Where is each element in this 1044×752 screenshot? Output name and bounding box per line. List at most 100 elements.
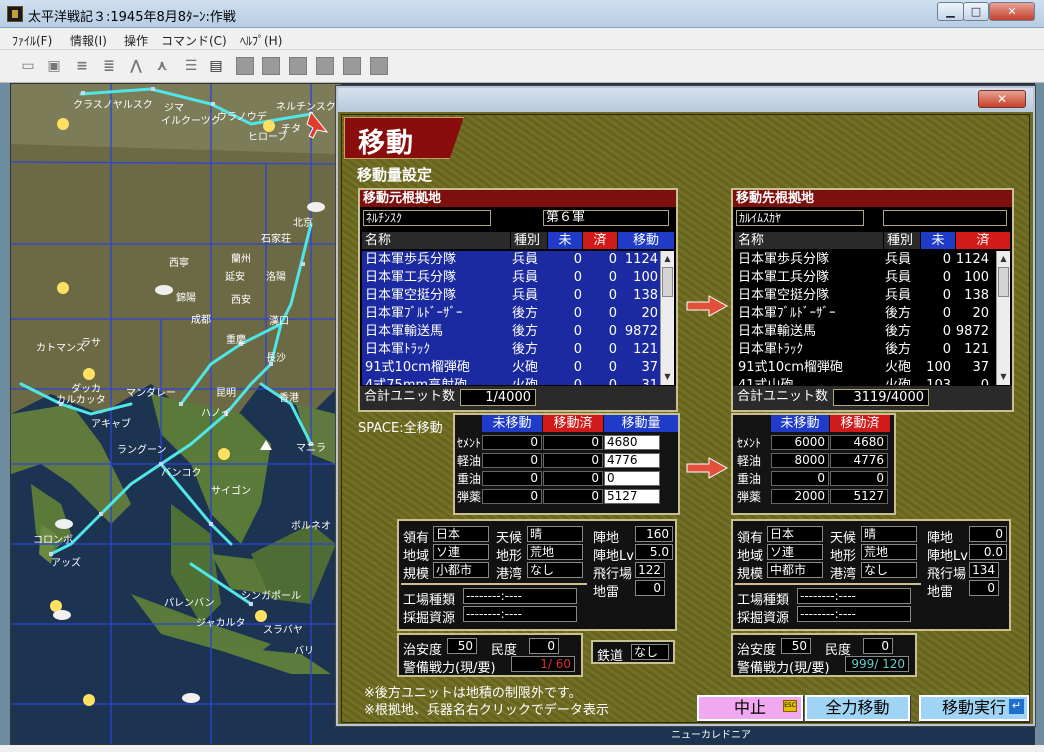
map-label-addu[interactable]: アッズ bbox=[51, 554, 81, 569]
tool-icon-11[interactable] bbox=[289, 57, 307, 75]
source-scrollbar[interactable]: ▲ ▼ bbox=[660, 251, 674, 385]
map-label-changsha[interactable]: 長沙 bbox=[266, 349, 286, 364]
map-label-xian[interactable]: 西安 bbox=[231, 291, 251, 306]
source-base-name[interactable]: ﾈﾙﾁﾝｽｸ bbox=[363, 210, 491, 226]
map-label-xining[interactable]: 西寧 bbox=[169, 254, 189, 269]
unit-row[interactable]: 4式75mm高射砲火砲0031 bbox=[362, 377, 660, 385]
scroll-thumb[interactable] bbox=[998, 267, 1009, 297]
map-label-manila[interactable]: マニラ bbox=[296, 439, 326, 454]
resource-move-input[interactable]: 4680 bbox=[604, 435, 660, 450]
bars-icon[interactable]: ≡ bbox=[73, 57, 91, 75]
map-label-rangoon[interactable]: ラングーン bbox=[117, 441, 167, 456]
map-label-calcutta[interactable]: カルカッタ bbox=[56, 391, 106, 406]
unit-row[interactable]: 91式10cm榴弾砲 火砲 100 37 bbox=[735, 359, 996, 377]
menu-info[interactable]: 情報(I) bbox=[70, 32, 107, 49]
map-label-akyab[interactable]: アキャブ bbox=[91, 415, 131, 430]
unit-move-amount[interactable]: 100 bbox=[620, 269, 658, 287]
unit-move-amount[interactable]: 31 bbox=[620, 377, 658, 385]
unit-move-amount[interactable]: 1124 bbox=[620, 251, 658, 269]
resource-move-input[interactable]: 4776 bbox=[604, 453, 660, 468]
map-label-jakarta[interactable]: ジャカルタ bbox=[196, 614, 246, 629]
unit-move-amount[interactable]: 121 bbox=[620, 341, 658, 359]
map-label-bali[interactable]: バリ bbox=[294, 642, 314, 657]
map-label-hanoi[interactable]: ハノイ bbox=[201, 404, 231, 419]
unit-row[interactable]: 日本軍ﾄﾗｯｸ 後方 0 121 bbox=[735, 341, 996, 359]
map-label-hankou[interactable]: 漢口 bbox=[269, 312, 289, 327]
map-label-krasnoyarsk[interactable]: クラスノヤルスク bbox=[73, 96, 153, 111]
map-label-saigon[interactable]: サイゴン bbox=[211, 482, 251, 497]
map-label-ulanude[interactable]: ウラノウデ bbox=[217, 108, 267, 123]
map-label-irkutsk[interactable]: イルクーツク bbox=[161, 112, 221, 127]
list-icon[interactable]: ☰ bbox=[182, 57, 200, 75]
scroll-down-icon[interactable]: ▼ bbox=[662, 371, 673, 382]
bars-alt-icon[interactable]: ≣ bbox=[100, 57, 118, 75]
unit-move-amount[interactable]: 37 bbox=[620, 359, 658, 377]
minimize-button[interactable]: ▁ bbox=[937, 2, 964, 21]
map-label-kunming[interactable]: 昆明 bbox=[216, 384, 236, 399]
map-label-palembang[interactable]: パレンバン bbox=[164, 594, 215, 609]
tool-icon-13[interactable] bbox=[343, 57, 361, 75]
source-unit-list[interactable]: 日本軍歩兵分隊 兵員 0 0 1124 日本軍工兵分隊 兵員 0 0 100 日本軍空挺分隊 兵員 0 0… bbox=[362, 251, 660, 385]
map-label-lanzhou[interactable]: 蘭州 bbox=[231, 250, 251, 265]
scroll-thumb[interactable] bbox=[662, 267, 673, 297]
map-label-bangkok[interactable]: バンコク bbox=[161, 464, 202, 479]
map-label-singapore[interactable]: シンガポール bbox=[241, 587, 301, 602]
execute-move-button[interactable]: 移動実行 ↵ bbox=[919, 695, 1029, 721]
open-icon[interactable]: ▭ bbox=[19, 57, 37, 75]
dest-scrollbar[interactable]: ▲ ▼ bbox=[996, 251, 1010, 385]
unit-row[interactable]: 日本軍歩兵分隊 兵員 0 1124 bbox=[735, 251, 996, 269]
dialog-close-button[interactable]: ✕ bbox=[978, 90, 1026, 108]
map-label-hongkong[interactable]: 香港 bbox=[279, 389, 299, 404]
map-label-chongqing[interactable]: 重慶 bbox=[226, 331, 246, 346]
menu-help[interactable]: ﾍﾙﾌﾟ(H) bbox=[240, 32, 282, 49]
map-label-peking[interactable]: 北京 bbox=[293, 214, 313, 229]
map-label-nerchinsk[interactable]: ネルチンスク bbox=[276, 98, 336, 113]
tool-icon-12[interactable] bbox=[316, 57, 334, 75]
dest-base-name[interactable]: ｶﾙｲﾑｽｶﾔ bbox=[736, 210, 864, 226]
unit-row[interactable]: 日本軍ﾌﾞﾙﾄﾞｰｻﾞｰ 後方 0 0 20 bbox=[362, 305, 660, 323]
unit-row[interactable]: 日本軍空挺分隊 兵員 0 138 bbox=[735, 287, 996, 305]
tool-icon-10[interactable] bbox=[262, 57, 280, 75]
source-army-name[interactable]: 第６軍 bbox=[543, 210, 669, 226]
tool-icon-14[interactable] bbox=[370, 57, 388, 75]
scroll-down-icon[interactable]: ▼ bbox=[998, 371, 1009, 382]
unit-row[interactable]: 日本軍工兵分隊 兵員 0 0 100 bbox=[362, 269, 660, 287]
unit-row[interactable]: 日本軍ﾄﾗｯｸ 後方 0 0 121 bbox=[362, 341, 660, 359]
unit-row[interactable]: 日本軍輸送馬 後方 0 0 9872 bbox=[362, 323, 660, 341]
unit-row[interactable]: 日本軍空挺分隊 兵員 0 0 138 bbox=[362, 287, 660, 305]
resource-move-input[interactable]: 5127 bbox=[604, 489, 660, 504]
document-icon[interactable]: ▤ bbox=[207, 57, 225, 75]
dest-army-name[interactable] bbox=[883, 210, 1007, 226]
menu-operation[interactable]: 操作 bbox=[124, 32, 148, 49]
person-icon[interactable]: ⋀ bbox=[127, 57, 145, 75]
save-icon[interactable]: ▣ bbox=[45, 57, 63, 75]
map-label-luoyang[interactable]: 洛陽 bbox=[266, 268, 286, 283]
unit-row[interactable]: 日本軍ﾌﾞﾙﾄﾞｰｻﾞｰ 後方 0 20 bbox=[735, 305, 996, 323]
map-label-yanan[interactable]: 延安 bbox=[225, 268, 245, 283]
dest-unit-list[interactable]: 日本軍歩兵分隊 兵員 0 1124 日本軍工兵分隊 兵員 0 100 日本軍空挺分隊 兵員 0 138… bbox=[735, 251, 996, 385]
scroll-up-icon[interactable]: ▲ bbox=[998, 253, 1009, 264]
map-label-kathmandu[interactable]: カトマンズ bbox=[36, 339, 86, 354]
resource-move-input[interactable]: 0 bbox=[604, 471, 660, 486]
unit-row[interactable]: 日本軍歩兵分隊 兵員 0 0 1124 bbox=[362, 251, 660, 269]
map-label-chengdu[interactable]: 成都 bbox=[191, 311, 211, 326]
unit-row[interactable]: 91式10cm榴弾砲 火砲 0 0 37 bbox=[362, 359, 660, 377]
scroll-up-icon[interactable]: ▲ bbox=[662, 253, 673, 264]
menu-file[interactable]: ﾌｧｲﾙ(F) bbox=[12, 32, 52, 49]
map-label-jinyang[interactable]: 錦陽 bbox=[176, 289, 196, 304]
map-label-shijiazhuang[interactable]: 石家荘 bbox=[261, 230, 291, 245]
map-label-colombo[interactable]: コロンボ bbox=[33, 531, 73, 546]
unit-row[interactable]: 日本軍工兵分隊 兵員 0 100 bbox=[735, 269, 996, 287]
map-label-hirobu[interactable]: ヒローブ bbox=[248, 128, 287, 143]
unit-row[interactable]: 41式山砲 火砲 103 0 bbox=[735, 377, 996, 385]
unit-move-amount[interactable]: 20 bbox=[620, 305, 658, 323]
move-all-button[interactable]: 全力移動 bbox=[805, 695, 910, 721]
map-label-new-caledonia[interactable]: ニューカレドニア bbox=[671, 726, 751, 741]
unit-move-amount[interactable]: 9872 bbox=[620, 323, 658, 341]
cancel-button[interactable]: 中止 ESC bbox=[697, 695, 803, 721]
map-label-zima[interactable]: ジマ bbox=[164, 99, 184, 114]
close-button[interactable]: ✕ bbox=[989, 2, 1035, 21]
map-label-surabaya[interactable]: スラバヤ bbox=[263, 621, 303, 636]
map-label-borneo[interactable]: ボルネオ bbox=[291, 517, 331, 532]
maximize-button[interactable]: □ bbox=[963, 2, 989, 21]
